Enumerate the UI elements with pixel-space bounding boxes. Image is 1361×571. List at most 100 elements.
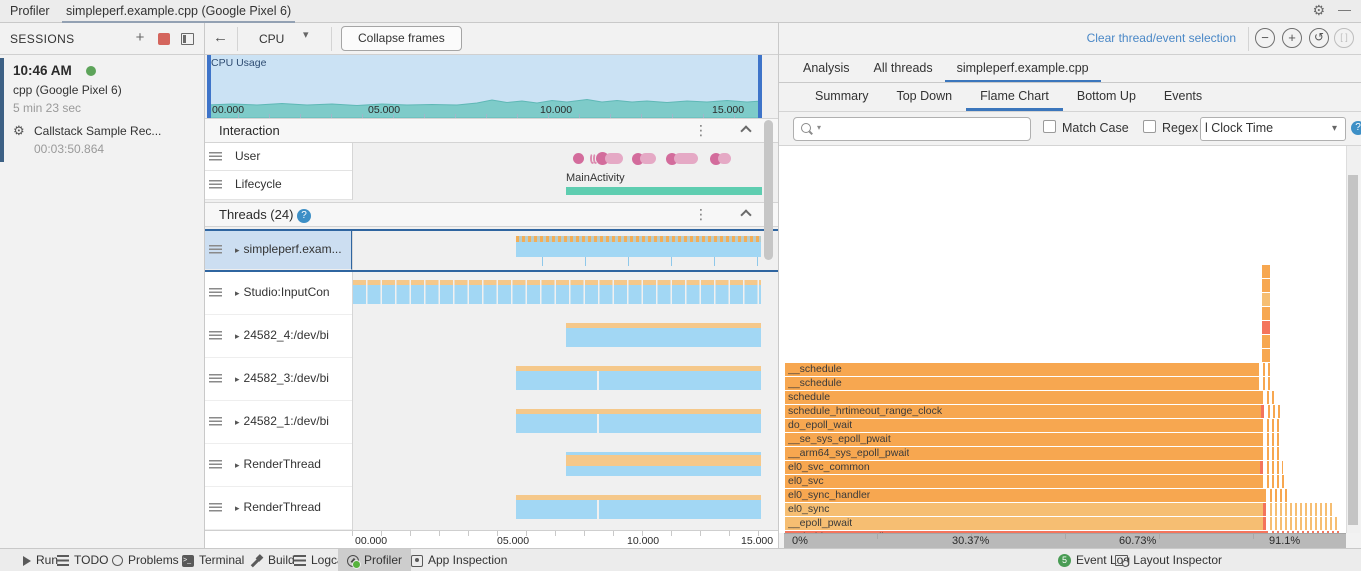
collapse-panel-icon[interactable] xyxy=(181,33,194,45)
thread-row[interactable]: ▸ simpleperf.exam... xyxy=(205,229,778,272)
thread-activity-track[interactable] xyxy=(352,487,762,530)
statusbar-layout-inspector[interactable]: Layout Inspector xyxy=(1106,549,1231,571)
thread-row[interactable]: ▸ 24582_1:/dev/bi xyxy=(205,401,778,444)
session-tab[interactable]: simpleperf.example.cpp (Google Pixel 6) xyxy=(62,0,296,23)
match-case-checkbox[interactable] xyxy=(1043,120,1056,133)
regex-label[interactable]: Regex xyxy=(1162,121,1198,135)
thread-activity-track[interactable] xyxy=(352,401,762,444)
drag-handle-icon[interactable] xyxy=(209,460,222,470)
subtab-flame-chart[interactable]: Flame Chart xyxy=(966,83,1063,111)
expand-arrow-icon[interactable]: ▸ xyxy=(235,503,240,513)
subtab-top-down[interactable]: Top Down xyxy=(882,83,966,111)
drag-handle-icon[interactable] xyxy=(209,245,222,255)
thread-row[interactable]: ▸ 24582_4:/dev/bi xyxy=(205,315,778,358)
drag-handle-icon[interactable] xyxy=(209,503,222,513)
flame-frame[interactable]: schedule xyxy=(785,391,1263,404)
subtab-events[interactable]: Events xyxy=(1150,83,1216,111)
expand-arrow-icon[interactable]: ▸ xyxy=(235,374,240,384)
kebab-menu-icon[interactable]: ⋮ xyxy=(694,206,708,223)
flame-frame[interactable]: do_epoll_wait xyxy=(785,419,1263,432)
statusbar-profiler[interactable]: Profiler xyxy=(338,549,412,571)
thread-row[interactable]: ▸ RenderThread xyxy=(205,487,778,530)
flame-frame[interactable]: __se_sys_epoll_pwait xyxy=(785,433,1263,446)
flame-frame[interactable]: __schedule xyxy=(785,363,1259,376)
search-box[interactable]: ▾ xyxy=(793,117,1031,141)
back-arrow-icon[interactable]: ← xyxy=(213,29,228,46)
help-icon[interactable]: ? xyxy=(1351,121,1361,135)
thread-label-cell[interactable]: ▸ 24582_1:/dev/bi xyxy=(205,401,352,444)
kebab-menu-icon[interactable]: ⋮ xyxy=(694,122,708,139)
flame-frame[interactable]: el0_svc_common xyxy=(785,461,1263,474)
drag-handle-icon[interactable] xyxy=(209,331,222,341)
gear-icon[interactable]: ⚙ xyxy=(1312,2,1325,19)
zoom-in-button[interactable]: + xyxy=(1282,28,1302,48)
session-name[interactable]: cpp (Google Pixel 6) xyxy=(13,83,122,97)
minimize-icon[interactable]: — xyxy=(1338,2,1351,17)
drag-handle-icon[interactable] xyxy=(209,180,222,190)
thread-activity-track[interactable] xyxy=(352,358,762,401)
drag-handle-icon[interactable] xyxy=(209,288,222,298)
thread-activity-track[interactable] xyxy=(352,231,762,270)
thread-label-cell[interactable]: ▸ 24582_3:/dev/bi xyxy=(205,358,352,401)
expand-arrow-icon[interactable]: ▸ xyxy=(235,245,240,255)
zoom-out-button[interactable]: − xyxy=(1255,28,1275,48)
flame-frame[interactable]: __arm64_sys_epoll_pwait xyxy=(785,447,1263,460)
clock-type-dropdown[interactable]: l Clock Time ▾ xyxy=(1200,117,1346,141)
flame-frame[interactable]: __schedule xyxy=(785,377,1259,390)
expand-arrow-icon[interactable]: ▸ xyxy=(235,288,240,298)
expand-arrow-icon[interactable]: ▸ xyxy=(235,331,240,341)
range-handle-right[interactable] xyxy=(758,55,762,118)
flame-frame[interactable]: __epoll_pwait xyxy=(785,517,1266,530)
lifecycle-row-label-cell[interactable]: Lifecycle xyxy=(205,171,352,200)
recording-label[interactable]: Callstack Sample Rec... xyxy=(34,124,161,138)
thread-label-cell[interactable]: ▸ 24582_4:/dev/bi xyxy=(205,315,352,358)
lifecycle-track[interactable]: MainActivity xyxy=(352,171,762,200)
range-handle-left[interactable] xyxy=(207,55,211,118)
collapse-section-icon[interactable] xyxy=(740,125,752,137)
search-input[interactable] xyxy=(828,120,1026,138)
help-icon[interactable]: ? xyxy=(297,209,312,223)
flame-scrollbar[interactable] xyxy=(1348,175,1358,525)
thread-row[interactable]: ▸ RenderThread xyxy=(205,444,778,487)
flame-frame[interactable]: el0_sync xyxy=(785,503,1266,516)
expand-arrow-icon[interactable]: ▸ xyxy=(235,460,240,470)
collapse-section-icon[interactable] xyxy=(740,209,752,221)
collapse-frames-button[interactable]: Collapse frames xyxy=(341,26,462,51)
session-time[interactable]: 10:46 AM xyxy=(13,63,72,78)
thread-label-cell[interactable]: ▸ Studio:InputCon xyxy=(205,272,352,315)
thread-label-cell[interactable]: ▸ RenderThread xyxy=(205,444,352,487)
threads-scrollbar[interactable] xyxy=(764,120,773,260)
match-case-label[interactable]: Match Case xyxy=(1062,121,1129,135)
reset-zoom-button[interactable]: ↺ xyxy=(1309,28,1329,48)
user-events-track[interactable] xyxy=(352,143,762,171)
profiler-type-dropdown[interactable]: CPU xyxy=(245,27,327,51)
subtab-summary[interactable]: Summary xyxy=(801,83,882,111)
regex-checkbox[interactable] xyxy=(1143,120,1156,133)
thread-activity-track[interactable] xyxy=(352,272,762,315)
stop-recording-icon[interactable] xyxy=(158,33,170,45)
flame-frame[interactable]: schedule_hrtimeout_range_clock xyxy=(785,405,1264,418)
thread-activity-track[interactable] xyxy=(352,444,762,487)
tool-window-label[interactable]: Profiler xyxy=(10,4,50,18)
tab-simpleperf-example-cpp[interactable]: simpleperf.example.cpp xyxy=(944,55,1101,82)
user-row-label-cell[interactable]: User xyxy=(205,143,352,171)
cpu-usage-chart[interactable]: CPU Usage 00.000 05.000 10.000 15.000 xyxy=(207,55,762,118)
flame-frame[interactable]: el0_sync_handler xyxy=(785,489,1266,502)
flame-chart[interactable]: __schedule __schedule schedule schedule_hrt… xyxy=(779,146,1346,533)
statusbar-app-inspection[interactable]: App Inspection xyxy=(402,549,516,571)
thread-row[interactable]: ▸ 24582_3:/dev/bi xyxy=(205,358,778,401)
subtab-bottom-up[interactable]: Bottom Up xyxy=(1063,83,1150,111)
thread-row[interactable]: ▸ Studio:InputCon xyxy=(205,272,778,315)
thread-activity-track[interactable] xyxy=(352,315,762,358)
drag-handle-icon[interactable] xyxy=(209,151,222,162)
add-session-icon[interactable]: + xyxy=(132,30,148,46)
expand-arrow-icon[interactable]: ▸ xyxy=(235,417,240,427)
tab-all-threads[interactable]: All threads xyxy=(862,55,945,82)
clear-selection-link[interactable]: Clear thread/event selection xyxy=(1087,31,1236,45)
drag-handle-icon[interactable] xyxy=(209,417,222,427)
search-options-caret-icon[interactable]: ▾ xyxy=(817,123,821,132)
tab-analysis[interactable]: Analysis xyxy=(791,55,862,82)
flame-frame[interactable]: el0_svc xyxy=(785,475,1263,488)
thread-label-cell[interactable]: ▸ simpleperf.exam... xyxy=(205,231,352,270)
thread-label-cell[interactable]: ▸ RenderThread xyxy=(205,487,352,530)
